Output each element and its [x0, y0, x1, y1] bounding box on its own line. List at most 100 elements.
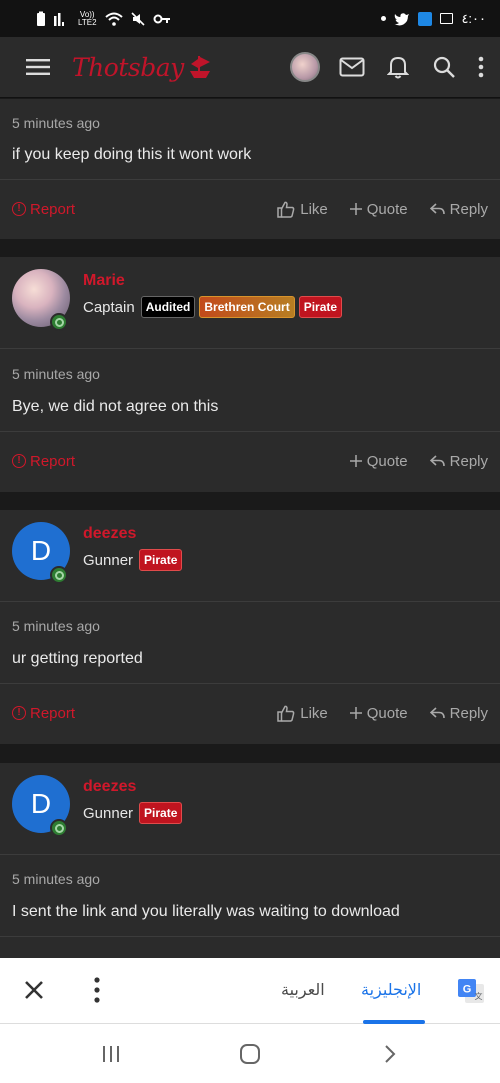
- search-button[interactable]: [430, 53, 458, 81]
- plus-icon: [349, 707, 362, 719]
- notification-dot-icon: [381, 16, 387, 21]
- post-card: 5 minutes ago if you keep doing this it …: [0, 99, 500, 239]
- twitter-icon: [394, 12, 410, 25]
- post-actions: ! Report Like Quote Reply: [0, 180, 500, 238]
- quote-button[interactable]: Quote: [349, 453, 408, 470]
- back-button[interactable]: [377, 1041, 403, 1067]
- post-message: ur getting reported: [0, 634, 500, 684]
- system-nav-bar: [0, 1024, 500, 1083]
- wifi-icon: [104, 12, 123, 26]
- menu-button[interactable]: [24, 53, 52, 81]
- thumbs-up-icon: [277, 201, 295, 218]
- post-message: I sent the link and you literally was wa…: [0, 887, 500, 937]
- recents-icon: [103, 1046, 119, 1062]
- carrier-label: Vo)) LTE2: [78, 9, 97, 27]
- post-actions: ! Report Quote Reply: [0, 432, 500, 490]
- thumbs-up-icon: [277, 705, 295, 722]
- post-message: if you keep doing this it wont work: [0, 131, 500, 180]
- badge-pirate: Pirate: [139, 549, 183, 571]
- status-icons-left: Vo)) LTE2: [36, 9, 171, 27]
- post-timestamp: 5 minutes ago: [12, 115, 100, 131]
- svg-text:文: 文: [475, 991, 483, 1001]
- menu-icon: [26, 59, 50, 75]
- post-author-header: D deezes Gunner Pirate: [0, 510, 500, 602]
- clock: ٤:٠٠: [461, 11, 486, 26]
- like-button[interactable]: Like: [277, 705, 328, 722]
- post-author-header: Marie Captain Audited Brethren Court Pir…: [0, 257, 500, 349]
- bell-icon: [387, 56, 409, 79]
- mute-icon: [130, 11, 145, 26]
- report-button[interactable]: ! Report: [12, 705, 75, 722]
- reply-button[interactable]: Reply: [429, 453, 488, 470]
- author-rank-line: Captain Audited Brethren Court Pirate: [83, 296, 343, 318]
- post-card: Marie Captain Audited Brethren Court Pir…: [0, 257, 500, 492]
- author-rank-line: Gunner Pirate: [83, 549, 183, 571]
- online-status-icon: [50, 819, 68, 837]
- alert-circle-icon: !: [12, 202, 26, 216]
- app-notification-icon: [418, 11, 433, 26]
- inbox-button[interactable]: [338, 53, 366, 81]
- badge-brethren-court: Brethren Court: [199, 296, 295, 318]
- svg-text:G: G: [463, 984, 472, 996]
- author-rank: Gunner: [83, 551, 134, 569]
- online-status-icon: [50, 566, 68, 584]
- search-icon: [433, 56, 455, 78]
- reply-button[interactable]: Reply: [429, 201, 488, 218]
- source-language-tab[interactable]: العربية: [281, 980, 325, 1000]
- post-timestamp: 5 minutes ago: [12, 871, 100, 887]
- header-actions: [290, 52, 486, 82]
- report-button[interactable]: ! Report: [12, 201, 75, 218]
- author-name[interactable]: deezes: [83, 525, 136, 543]
- status-bar: Vo)) LTE2 ٤:٠٠: [0, 0, 500, 37]
- post-card: D deezes Gunner Pirate 5 minutes ago I s…: [0, 763, 500, 958]
- reply-icon: [429, 455, 445, 467]
- quote-button[interactable]: Quote: [349, 705, 408, 722]
- author-name[interactable]: Marie: [83, 272, 125, 290]
- author-rank-line: Gunner Pirate: [83, 802, 183, 824]
- reply-icon: [429, 707, 445, 719]
- image-icon: [440, 13, 454, 24]
- reply-button[interactable]: Reply: [429, 705, 488, 722]
- app-header: Thotsbay: [0, 37, 500, 98]
- google-translate-icon[interactable]: G 文: [457, 978, 485, 1004]
- post-actions: ! Report Like Quote Reply: [0, 684, 500, 742]
- author-rank: Captain: [83, 298, 135, 316]
- recents-button[interactable]: [98, 1041, 124, 1067]
- plus-icon: [349, 455, 362, 467]
- signal-icon: [54, 12, 64, 26]
- alerts-button[interactable]: [384, 53, 412, 81]
- more-button[interactable]: [476, 53, 486, 81]
- badge-pirate: Pirate: [298, 296, 343, 318]
- home-icon: [240, 1044, 260, 1064]
- user-avatar[interactable]: [290, 52, 320, 82]
- reply-icon: [429, 203, 445, 215]
- site-logo[interactable]: Thotsbay: [72, 53, 184, 82]
- more-vert-icon: [478, 56, 484, 78]
- post-message: Bye, we did not agree on this: [0, 382, 500, 432]
- report-button[interactable]: ! Report: [12, 453, 75, 470]
- like-button[interactable]: Like: [277, 201, 328, 218]
- mail-icon: [339, 57, 365, 77]
- post-timestamp: 5 minutes ago: [12, 366, 100, 382]
- plus-icon: [349, 203, 362, 215]
- key-icon: [153, 14, 170, 23]
- post-card: D deezes Gunner Pirate 5 minutes ago ur …: [0, 510, 500, 744]
- ship-logo-icon: [189, 56, 210, 78]
- badge-pirate: Pirate: [139, 802, 183, 824]
- target-language-tab[interactable]: الإنجليزية: [361, 980, 421, 1000]
- author-name[interactable]: deezes: [83, 778, 136, 796]
- close-icon[interactable]: [22, 978, 46, 1002]
- badge-audited: Audited: [140, 296, 196, 318]
- alert-circle-icon: !: [12, 706, 26, 720]
- chevron-right-icon: [385, 1045, 396, 1063]
- alert-circle-icon: !: [12, 454, 26, 468]
- battery-icon: [37, 11, 45, 26]
- online-status-icon: [50, 313, 68, 331]
- more-vert-icon[interactable]: [94, 977, 100, 1003]
- post-timestamp: 5 minutes ago: [12, 618, 100, 634]
- post-author-header: D deezes Gunner Pirate: [0, 763, 500, 855]
- home-button[interactable]: [237, 1041, 263, 1067]
- status-icons-right: ٤:٠٠: [381, 11, 486, 26]
- translate-bar: العربية الإنجليزية G 文: [0, 958, 500, 1024]
- quote-button[interactable]: Quote: [349, 201, 408, 218]
